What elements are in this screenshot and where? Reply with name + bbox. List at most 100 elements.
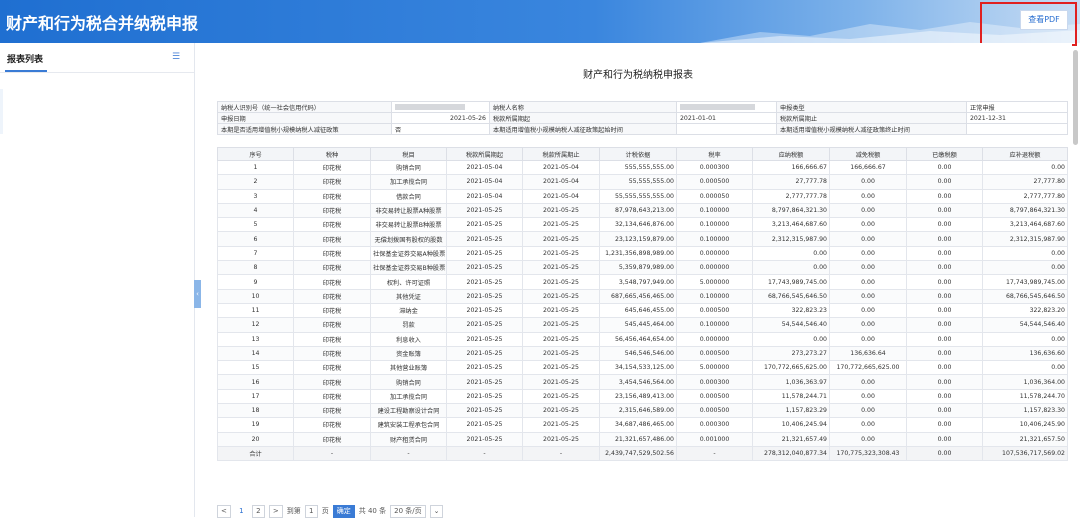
table-cell: 0.00	[982, 331, 1068, 347]
table-row[interactable]: 11 印花税 滞纳金 2021-05-25 2021-05-25 645,646,455.…	[217, 302, 1068, 319]
page-1-button[interactable]: 1	[234, 504, 248, 518]
column-header: 税率	[676, 147, 753, 161]
table-row[interactable]: 3 印花税 借款合同 2021-05-04 2021-05-04 55,555,555,5…	[217, 188, 1068, 204]
total-cell: -	[293, 445, 371, 462]
table-cell: 27,777.80	[982, 174, 1068, 190]
table-cell: 印花税	[293, 174, 371, 190]
page-2-button[interactable]: 2	[251, 504, 265, 518]
table-cell: 2021-05-04	[446, 188, 523, 204]
table-cell: 印花税	[293, 260, 371, 276]
table-cell: 0.00	[829, 260, 907, 276]
collapse-sidebar-handle[interactable]: ‹	[194, 280, 201, 308]
table-cell: 无偿划拨国有股权的股数	[370, 231, 447, 247]
total-cell: 107,536,717,569.02	[982, 445, 1068, 462]
vertical-scrollbar[interactable]	[1073, 50, 1078, 460]
table-row[interactable]: 6 印花税 无偿划拨国有股权的股数 2021-05-25 2021-05-25 23,12…	[217, 231, 1068, 247]
table-cell: 0.00	[906, 302, 983, 319]
table-cell: 借款合同	[370, 188, 447, 204]
layers-icon[interactable]: ☰	[172, 52, 180, 62]
table-row[interactable]: 8 印花税 社保基金证券交易B种股票 2021-05-25 2021-05-25 5,35…	[217, 260, 1068, 276]
app-header: 财产和行为税合并纳税申报 查看PDF	[0, 0, 1080, 43]
table-cell: 2021-05-25	[522, 202, 600, 219]
table-row[interactable]: 7 印花税 社保基金证券交易A种股票 2021-05-25 2021-05-25 1,23…	[217, 245, 1068, 262]
table-cell: 0.00	[906, 174, 983, 190]
table-cell: 0.00	[829, 317, 907, 333]
table-cell: 0.00	[906, 245, 983, 262]
table-cell: 0.100000	[676, 317, 753, 333]
taxpayer-id-label: 纳税人识别号（统一社会信用代码）	[217, 101, 392, 113]
table-cell: 8,797,864,321.30	[982, 202, 1068, 219]
table-cell: 0.00	[829, 188, 907, 204]
table-cell: 购销合同	[370, 159, 447, 176]
table-cell: 0.00	[829, 231, 907, 247]
table-cell: 2,312,315,987.90	[752, 231, 830, 247]
prev-page-button[interactable]: <	[217, 504, 231, 518]
table-cell: 0.00	[906, 288, 983, 304]
table-row[interactable]: 4 印花税 非交易转让股票A种股票 2021-05-25 2021-05-25 87,97…	[217, 202, 1068, 219]
table-row[interactable]: 9 印花税 权利、许可证照 2021-05-25 2021-05-25 3,548,797…	[217, 274, 1068, 290]
table-cell: 2021-05-25	[446, 260, 523, 276]
scrollbar-thumb[interactable]	[1073, 50, 1078, 145]
page-unit-label: 页	[321, 507, 329, 515]
sidebar-selection-mark	[0, 89, 3, 134]
table-cell: 0.00	[829, 374, 907, 390]
table-cell: 0.00	[906, 417, 983, 433]
table-cell: 0.00	[982, 245, 1068, 262]
table-row[interactable]: 17 印花税 加工承揽合同 2021-05-25 2021-05-25 23,156,48…	[217, 388, 1068, 405]
table-row[interactable]: 10 印花税 其他凭证 2021-05-25 2021-05-25 687,665,456…	[217, 288, 1068, 304]
table-cell: 2021-05-25	[446, 245, 523, 262]
table-cell: 加工承揽合同	[370, 388, 447, 405]
table-cell: 170,772,665,625.00	[752, 360, 830, 376]
table-cell: 印花税	[293, 360, 371, 376]
total-cell: -	[446, 445, 523, 462]
table-cell: 2021-05-25	[446, 217, 523, 233]
table-row[interactable]: 13 印花税 利息收入 2021-05-25 2021-05-25 56,456,464,…	[217, 331, 1068, 347]
page-size-select[interactable]: 20 条/页	[390, 504, 426, 518]
table-row[interactable]: 19 印花税 建筑安装工程承包合同 2021-05-25 2021-05-25 34,68…	[217, 417, 1068, 433]
table-row[interactable]: 16 印花税 购销合同 2021-05-25 2021-05-25 3,454,546,5…	[217, 374, 1068, 390]
table-cell: 5,359,879,989.00	[599, 260, 677, 276]
table-cell: 其他凭证	[370, 288, 447, 304]
column-header: 计税依据	[599, 147, 677, 161]
table-cell: 2021-05-04	[522, 159, 600, 176]
table-row[interactable]: 5 印花税 非交易转让股票B种股票 2021-05-25 2021-05-25 32,13…	[217, 217, 1068, 233]
table-row[interactable]: 20 印花税 财产租赁合同 2021-05-25 2021-05-25 21,321,65…	[217, 431, 1068, 447]
table-cell: 滞纳金	[370, 302, 447, 319]
app-title: 财产和行为税合并纳税申报	[6, 14, 199, 33]
table-cell: 0.100000	[676, 288, 753, 304]
table-cell: 4	[217, 202, 294, 219]
table-row[interactable]: 12 印花税 罚款 2021-05-25 2021-05-25 545,445,464.0…	[217, 317, 1068, 333]
table-cell: 2021-05-25	[446, 345, 523, 362]
table-cell: 0.00	[829, 403, 907, 419]
table-cell: 利息收入	[370, 331, 447, 347]
table-cell: 16	[217, 374, 294, 390]
column-header: 序号	[217, 147, 294, 161]
table-cell: 0.00	[906, 202, 983, 219]
table-cell: 2021-05-25	[446, 374, 523, 390]
chevron-down-icon[interactable]: ⌄	[429, 504, 444, 518]
table-cell: 印花税	[293, 159, 371, 176]
page-jump-input[interactable]: 1	[304, 504, 318, 518]
sidebar-title[interactable]: 报表列表	[7, 52, 43, 65]
table-cell: 322,823.20	[982, 302, 1068, 319]
table-row[interactable]: 15 印花税 其他营业账簿 2021-05-25 2021-05-25 34,154,53…	[217, 360, 1068, 376]
table-cell: 0.00	[906, 345, 983, 362]
table-cell: 社保基金证券交易B种股票	[370, 260, 447, 276]
table-cell: 2021-05-25	[446, 360, 523, 376]
table-cell: 2021-05-25	[446, 202, 523, 219]
table-cell: 2021-05-25	[446, 403, 523, 419]
confirm-jump-button[interactable]: 确定	[332, 504, 355, 518]
table-row[interactable]: 2 印花税 加工承揽合同 2021-05-04 2021-05-04 55,555,555…	[217, 174, 1068, 190]
table-row[interactable]: 14 印花税 资金账簿 2021-05-25 2021-05-25 546,546,546…	[217, 345, 1068, 362]
table-cell: 购销合同	[370, 374, 447, 390]
table-cell: 2021-05-25	[522, 317, 600, 333]
next-page-button[interactable]: >	[268, 504, 283, 518]
table-cell: 2021-05-25	[522, 403, 600, 419]
table-cell: 印花税	[293, 331, 371, 347]
table-row[interactable]: 1 印花税 购销合同 2021-05-04 2021-05-04 555,555,555.…	[217, 159, 1068, 176]
table-cell: 34,154,533,125.00	[599, 360, 677, 376]
table-cell: 印花税	[293, 317, 371, 333]
table-cell: 21,321,657.49	[752, 431, 830, 447]
table-row[interactable]: 18 印花税 建设工程勘察设计合同 2021-05-25 2021-05-25 2,315…	[217, 403, 1068, 419]
table-cell: 印花税	[293, 245, 371, 262]
